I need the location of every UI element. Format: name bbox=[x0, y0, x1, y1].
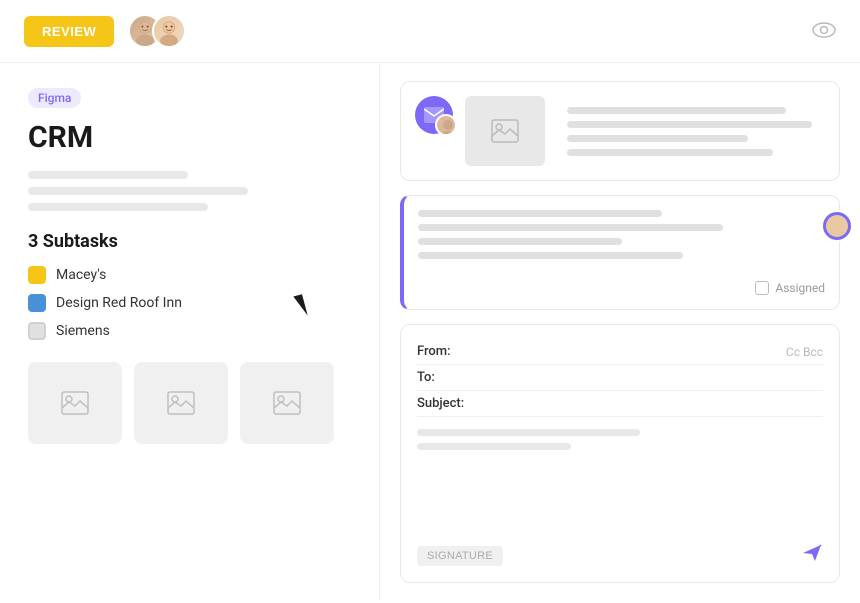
cc-bcc-label[interactable]: Cc Bcc bbox=[786, 345, 823, 359]
thumbnail-3[interactable] bbox=[240, 362, 334, 444]
right-panel: Assigned From: Cc Bcc To: Subject: bbox=[380, 63, 860, 601]
assigned-badge: Assigned bbox=[755, 281, 825, 295]
email-subject-label: Subject: bbox=[417, 396, 477, 411]
msg-user-avatar bbox=[435, 114, 457, 136]
dot-gray bbox=[28, 322, 46, 340]
signature-button[interactable]: SIGNATURE bbox=[417, 546, 503, 566]
msg-body-line bbox=[418, 224, 723, 231]
assigned-label: Assigned bbox=[775, 281, 825, 295]
desc-line-1 bbox=[28, 171, 188, 179]
message-card-2: Assigned bbox=[400, 195, 840, 310]
subtask-list: Macey's Design Red Roof Inn Siemens bbox=[28, 266, 351, 340]
msg-line bbox=[567, 107, 786, 114]
email-footer: SIGNATURE bbox=[417, 533, 823, 568]
eye-icon[interactable] bbox=[812, 19, 836, 43]
subtasks-title: 3 Subtasks bbox=[28, 231, 351, 252]
msg-avatar-right-inner bbox=[826, 215, 848, 237]
email-body-line bbox=[417, 429, 640, 436]
message-card-1 bbox=[400, 81, 840, 181]
figma-badge: Figma bbox=[28, 88, 81, 108]
subtask-label-design-red-roof: Design Red Roof Inn bbox=[56, 295, 182, 311]
main-content: Figma CRM 3 Subtasks Macey's Design Red … bbox=[0, 63, 860, 601]
msg-body-2 bbox=[418, 210, 825, 259]
subtask-item-maceys[interactable]: Macey's bbox=[28, 266, 351, 284]
msg-line bbox=[567, 135, 748, 142]
email-to-label: To: bbox=[417, 370, 477, 385]
msg-line bbox=[567, 149, 773, 156]
avatars bbox=[128, 14, 186, 48]
left-panel: Figma CRM 3 Subtasks Macey's Design Red … bbox=[0, 63, 380, 601]
msg-lines-1 bbox=[567, 96, 825, 166]
subtask-item-siemens[interactable]: Siemens bbox=[28, 322, 351, 340]
msg-image-1 bbox=[465, 96, 545, 166]
email-subject-row: Subject: bbox=[417, 391, 823, 417]
email-from-row: From: Cc Bcc bbox=[417, 339, 823, 365]
thumbnail-grid bbox=[28, 362, 351, 444]
msg-body-line bbox=[418, 238, 622, 245]
subtask-label-maceys: Macey's bbox=[56, 267, 106, 283]
email-to-row: To: bbox=[417, 365, 823, 391]
send-icon[interactable] bbox=[801, 543, 823, 568]
email-body-line bbox=[417, 443, 571, 450]
subtask-label-siemens: Siemens bbox=[56, 323, 110, 339]
email-compose: From: Cc Bcc To: Subject: SIGNATURE bbox=[400, 324, 840, 583]
project-title: CRM bbox=[28, 120, 351, 155]
dot-yellow bbox=[28, 266, 46, 284]
msg-line bbox=[567, 121, 812, 128]
desc-line-3 bbox=[28, 203, 208, 211]
msg-avatar-right bbox=[821, 210, 853, 242]
assigned-checkbox[interactable] bbox=[755, 281, 769, 295]
email-from-label: From: bbox=[417, 344, 477, 359]
desc-line-2 bbox=[28, 187, 248, 195]
top-bar: REVIEW bbox=[0, 0, 860, 63]
avatar-2 bbox=[152, 14, 186, 48]
subtask-item-design-red-roof[interactable]: Design Red Roof Inn bbox=[28, 294, 351, 312]
thumbnail-1[interactable] bbox=[28, 362, 122, 444]
msg-body-line bbox=[418, 210, 662, 217]
msg-body-line bbox=[418, 252, 683, 259]
thumbnail-2[interactable] bbox=[134, 362, 228, 444]
top-bar-left: REVIEW bbox=[24, 14, 186, 48]
msg-avatar-1 bbox=[415, 96, 453, 134]
description-lines bbox=[28, 171, 351, 211]
email-body-lines bbox=[417, 429, 823, 450]
review-button[interactable]: REVIEW bbox=[24, 16, 114, 47]
dot-blue bbox=[28, 294, 46, 312]
